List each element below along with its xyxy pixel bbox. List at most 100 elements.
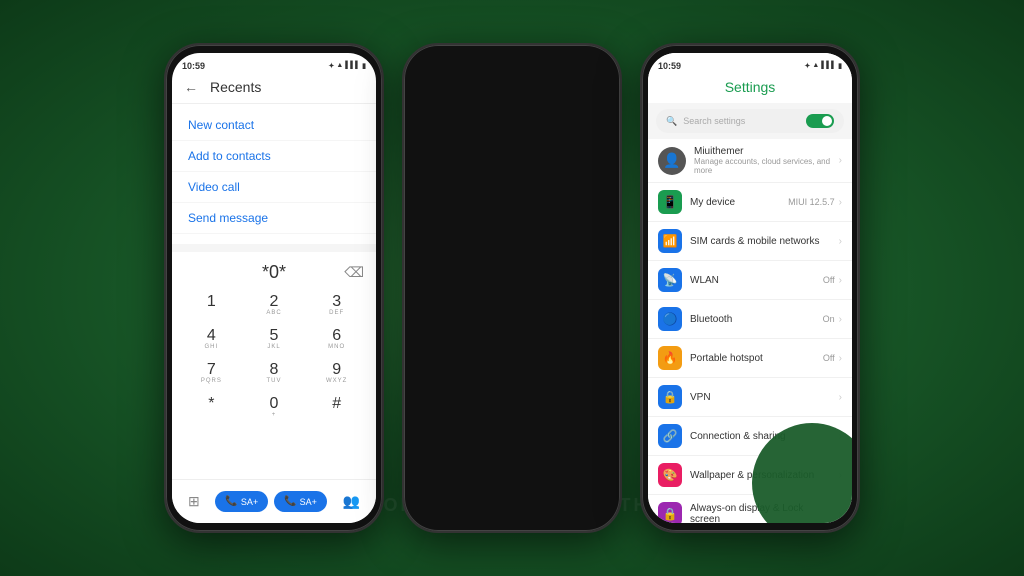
account-name: Miuithemer [694,146,831,157]
status-bar-1: 10:59 ✦ ▲ ▌▌▌ ▮ [172,53,376,75]
vpn-icon: 🔒 [658,385,682,409]
dial-key-8[interactable]: 8 TUV [243,357,306,391]
send-message-item[interactable]: Send message [172,203,376,234]
dial-key-2[interactable]: 2 ABC [243,289,306,323]
bluetooth-settings-icon: 🔵 [658,307,682,331]
divider [172,244,376,252]
call-buttons: 📞 SA+ 📞 SA+ [215,491,326,512]
wlan-text: WLAN [690,275,815,286]
settings-item-bluetooth[interactable]: 🔵 Bluetooth On › [648,300,852,339]
bluetooth-name: Bluetooth [690,314,815,325]
hotspot-icon: 🔥 [658,346,682,370]
account-avatar: 👤 [658,147,686,175]
bluetooth-icon: ✦ [328,62,334,70]
dial-key-1[interactable]: 1 [180,289,243,323]
wifi-icon: ▲ [336,62,343,69]
phone-icon-2: 📞 [284,496,296,507]
dial-key-7[interactable]: 7 PQRS [180,357,243,391]
account-text: Miuithemer Manage accounts, cloud servic… [694,146,831,175]
dial-key-5[interactable]: 5 JKL [243,323,306,357]
search-icon: 🔍 [666,116,677,127]
hotspot-text: Portable hotspot [690,353,815,364]
battery-icon: ▮ [362,62,366,70]
settings-item-wlan[interactable]: 📡 WLAN Off › [648,261,852,300]
search-placeholder-text: Search settings [683,116,800,126]
wlan-right: Off › [823,275,842,286]
sim-name: SIM cards & mobile networks [690,236,831,247]
call-btn-label-2: SA+ [300,497,317,507]
device-value: MIUI 12.5.7 [788,197,835,207]
status-icons-3: ✦ ▲ ▌▌▌ ▮ [804,62,842,70]
bluetooth-right: On › [823,314,842,325]
wlan-icon: 📡 [658,268,682,292]
account-sub: Manage accounts, cloud services, and mor… [694,157,831,175]
device-right: MIUI 12.5.7 › [788,197,842,208]
phone-icon-1: 📞 [225,496,237,507]
wifi-icon-3: ▲ [812,62,819,69]
phone-home: 10:59 ✦ ▲ ▌▌▌ ▮ [402,43,622,533]
arrow-icon-0: › [839,155,842,166]
call-button-sa1[interactable]: 📞 SA+ [215,491,268,512]
wlan-value: Off [823,275,835,285]
dial-input-row: *0* ⌫ [180,262,368,283]
settings-item-vpn[interactable]: 🔒 VPN › [648,378,852,417]
video-call-item[interactable]: Video call [172,172,376,203]
settings-item-device[interactable]: 📱 My device MIUI 12.5.7 › [648,183,852,222]
status-bar-3: 10:59 ✦ ▲ ▌▌▌ ▮ [648,53,852,75]
dial-key-star[interactable]: * [180,391,243,425]
dial-key-3[interactable]: 3 DEF [305,289,368,323]
settings-item-account[interactable]: 👤 Miuithemer Manage accounts, cloud serv… [648,139,852,183]
arrow-icon-3: › [839,275,842,286]
sim-icon: 📶 [658,229,682,253]
settings-title: Settings [725,79,776,95]
backspace-button[interactable]: ⌫ [344,264,364,281]
phone-settings-screen: 10:59 ✦ ▲ ▌▌▌ ▮ Settings 🔍 Search settin… [648,53,852,523]
battery-icon-3: ▮ [838,62,842,70]
dial-display: *0* [180,262,368,283]
status-time-3: 10:59 [658,61,681,71]
dialpad-grid: 1 2 ABC 3 DEF 4 GHI [180,289,368,425]
arrow-icon-1: › [839,197,842,208]
call-button-sa2[interactable]: 📞 SA+ [274,491,327,512]
signal-icon-3: ▌▌▌ [821,62,836,69]
page-title: Recents [210,79,261,95]
toggle-switch[interactable] [806,114,834,128]
arrow-icon-2: › [839,236,842,247]
contacts-icon[interactable]: 👥 [343,493,360,510]
arrow-icon-6: › [839,392,842,403]
dial-key-4[interactable]: 4 GHI [180,323,243,357]
dial-key-6[interactable]: 6 MNO [305,323,368,357]
settings-item-hotspot[interactable]: 🔥 Portable hotspot Off › [648,339,852,378]
connection-icon: 🔗 [658,424,682,448]
phone-settings: 10:59 ✦ ▲ ▌▌▌ ▮ Settings 🔍 Search settin… [640,43,860,533]
device-icon: 📱 [658,190,682,214]
keypad-toggle-button[interactable]: ⊞ [188,493,200,510]
wlan-name: WLAN [690,275,815,286]
wallpaper-icon: 🎨 [658,463,682,487]
dial-key-hash[interactable]: # [305,391,368,425]
vpn-name: VPN [690,392,831,403]
phone1-bottom-bar: ⊞ 📞 SA+ 📞 SA+ 👥 [172,479,376,523]
hotspot-right: Off › [823,353,842,364]
always-on-icon: 🔒 [658,502,682,523]
bluetooth-text: Bluetooth [690,314,815,325]
settings-item-sim[interactable]: 📶 SIM cards & mobile networks › [648,222,852,261]
new-contact-item[interactable]: New contact [172,110,376,141]
call-btn-label-1: SA+ [241,497,258,507]
dial-key-9[interactable]: 9 WXYZ [305,357,368,391]
device-name: My device [690,197,780,208]
add-to-contacts-item[interactable]: Add to contacts [172,141,376,172]
arrow-icon-5: › [839,353,842,364]
phone-dialer-screen: 10:59 ✦ ▲ ▌▌▌ ▮ ← Recents New contact Ad… [172,53,376,523]
vpn-text: VPN [690,392,831,403]
arrow-icon-4: › [839,314,842,325]
hotspot-value: Off [823,353,835,363]
hotspot-name: Portable hotspot [690,353,815,364]
sim-text: SIM cards & mobile networks [690,236,831,247]
settings-search-bar[interactable]: 🔍 Search settings [656,109,844,133]
bluetooth-value: On [823,314,835,324]
phones-container: 10:59 ✦ ▲ ▌▌▌ ▮ ← Recents New contact Ad… [164,43,860,533]
dial-key-0[interactable]: 0 + [243,391,306,425]
back-button[interactable]: ← [184,79,198,95]
device-text: My device [690,197,780,208]
